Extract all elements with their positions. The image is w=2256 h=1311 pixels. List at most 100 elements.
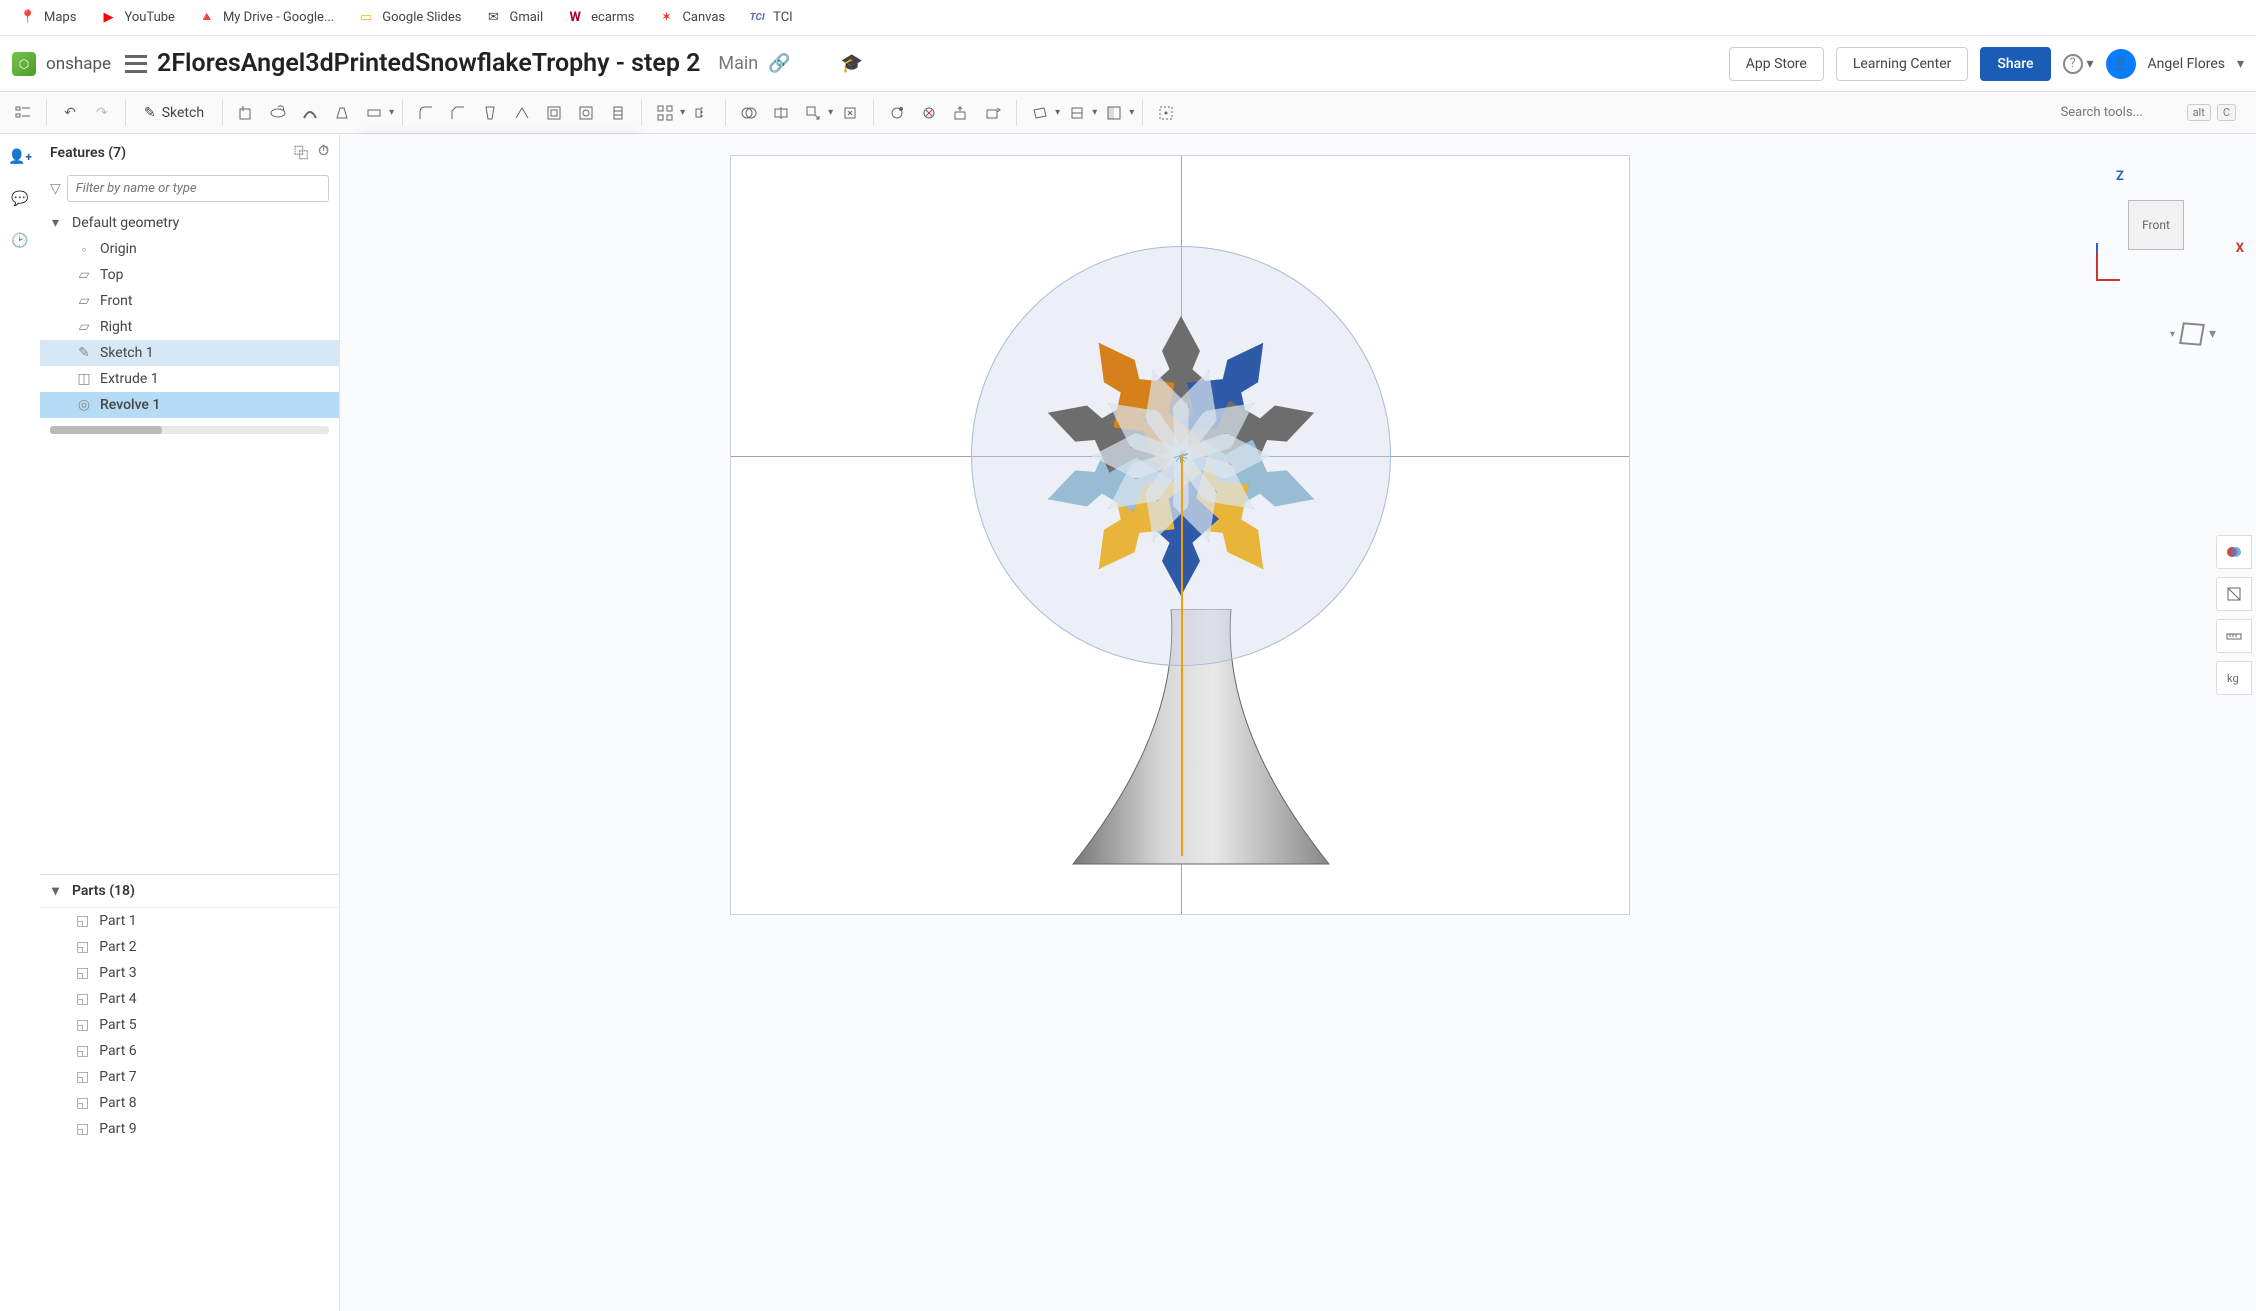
user-avatar-icon[interactable]: 👤 [2106,49,2136,79]
bookmark-gmail[interactable]: ✉Gmail [485,10,543,26]
delete-face-icon[interactable] [914,98,944,128]
linear-pattern-icon[interactable] [650,98,680,128]
bookmark-youtube[interactable]: ▶YouTube [100,10,175,26]
add-person-icon[interactable]: 👤+ [8,145,32,169]
shell-icon[interactable] [539,98,569,128]
configure-icon[interactable] [8,98,38,128]
dropdown-icon[interactable]: ▾ [389,107,394,118]
bookmark-maps[interactable]: 📍Maps [20,10,76,26]
mirror-icon[interactable] [687,98,717,128]
sweep-icon[interactable] [295,98,325,128]
features-panel: Features (7) ⿻ ⏱ ▽ ▾Default geometry ◦Or… [40,135,340,1311]
appstore-button[interactable]: App Store [1729,47,1824,81]
surface-icon[interactable] [1099,98,1129,128]
axis-x-label: X [2236,241,2244,256]
help-menu[interactable]: ?▾ [2063,54,2094,74]
dropdown-icon[interactable]: ▾ [680,107,685,118]
link-icon[interactable]: 🔗 [768,53,790,74]
origin-node[interactable]: ◦Origin [40,236,339,262]
appearance-icon[interactable] [2216,535,2252,569]
boolean-icon[interactable] [734,98,764,128]
isometric-menu[interactable]: ▾▾ [2170,323,2216,345]
split-icon[interactable] [766,98,796,128]
search-input[interactable] [2061,105,2181,120]
part-item[interactable]: ◱Part 8 [40,1090,339,1116]
menu-icon[interactable] [125,55,147,73]
learning-button[interactable]: Learning Center [1836,47,1969,81]
part-item[interactable]: ◱Part 3 [40,960,339,986]
view-cube[interactable]: Front X Z [2096,165,2216,285]
modify-fillet-icon[interactable] [882,98,912,128]
fillet-icon[interactable] [411,98,441,128]
viewcube-face[interactable]: Front [2128,200,2184,250]
features-title: Features (7) [50,145,126,161]
delete-part-icon[interactable] [835,98,865,128]
brand-text: onshape [46,54,111,74]
education-icon[interactable]: 🎓 [841,53,863,74]
replace-face-icon[interactable] [978,98,1008,128]
comments-icon[interactable]: 💬 [8,187,32,211]
chamfer-icon[interactable] [443,98,473,128]
history-icon[interactable]: 🕑 [8,229,32,253]
bookmark-tci[interactable]: TCITCI [749,10,793,26]
part-item[interactable]: ◱Part 2 [40,934,339,960]
loft-icon[interactable] [327,98,357,128]
revolve-icon[interactable] [263,98,293,128]
bookmark-canvas[interactable]: ✶Canvas [658,10,725,26]
move-face-icon[interactable] [946,98,976,128]
dropdown-icon[interactable]: ▾ [1092,107,1097,118]
revolve1-node[interactable]: ◎Revolve 1 [40,392,339,418]
draft-icon[interactable] [475,98,505,128]
right-plane-node[interactable]: ▱Right [40,314,339,340]
pattern-icon[interactable] [603,98,633,128]
parts-header[interactable]: ▾Parts (18) [40,875,339,908]
document-title[interactable]: 2FloresAngel3dPrintedSnowflakeTrophy - s… [157,49,700,78]
thicken-icon[interactable] [359,98,389,128]
feature-filter-input[interactable] [67,175,329,202]
measure-icon[interactable] [2216,619,2252,653]
tab-name[interactable]: Main [718,53,758,74]
sketch1-node[interactable]: ✎Sketch 1 [40,340,339,366]
default-geometry-node[interactable]: ▾Default geometry [40,210,339,236]
bookmark-ecarms[interactable]: Wecarms [567,10,634,26]
mass-props-icon[interactable]: kg [2216,661,2252,695]
section-icon[interactable] [2216,577,2252,611]
bookmark-drive[interactable]: 🔺My Drive - Google... [199,10,334,26]
bookmark-slides[interactable]: ▭Google Slides [358,10,461,26]
share-button[interactable]: Share [1980,47,2050,81]
toolbar: ↶ ↷ ✎Sketch ▾ ▾ ▾ ▾ ▾ ▾ alt C [0,92,2256,134]
extrude1-node[interactable]: ◫Extrude 1 [40,366,339,392]
sketch-button[interactable]: ✎Sketch [134,101,214,125]
filter-icon[interactable]: ▽ [50,181,61,197]
dropdown-icon[interactable]: ▾ [1129,107,1134,118]
curve-icon[interactable] [1062,98,1092,128]
add-folder-icon[interactable]: ⿻ [294,143,308,163]
redo-icon[interactable]: ↷ [87,98,117,128]
onshape-logo[interactable]: ⬡ [12,52,36,76]
model-canvas[interactable] [730,155,1630,915]
transform-icon[interactable] [798,98,828,128]
user-name[interactable]: Angel Flores [2148,56,2225,72]
bookmarks-bar: 📍Maps ▶YouTube 🔺My Drive - Google... ▭Go… [0,0,2256,36]
front-plane-node[interactable]: ▱Front [40,288,339,314]
part-item[interactable]: ◱Part 7 [40,1064,339,1090]
undo-icon[interactable]: ↶ [55,98,85,128]
rib-icon[interactable] [507,98,537,128]
dropdown-icon[interactable]: ▾ [1055,107,1060,118]
tool-search: alt C [2049,104,2248,121]
part-item[interactable]: ◱Part 1 [40,908,339,934]
plane-icon[interactable] [1025,98,1055,128]
part-item[interactable]: ◱Part 6 [40,1038,339,1064]
select-icon[interactable] [1151,98,1181,128]
part-item[interactable]: ◱Part 9 [40,1116,339,1142]
hole-icon[interactable] [571,98,601,128]
part-item[interactable]: ◱Part 5 [40,1012,339,1038]
stopwatch-icon[interactable]: ⏱ [318,143,329,163]
top-plane-node[interactable]: ▱Top [40,262,339,288]
dropdown-icon[interactable]: ▾ [828,107,833,118]
part-item[interactable]: ◱Part 4 [40,986,339,1012]
user-menu-chevron-icon[interactable]: ▾ [2237,56,2244,72]
viewport[interactable]: Front X Z ▾▾ kg [340,135,2256,1311]
feature-hscroll[interactable] [50,426,329,434]
extrude-icon[interactable] [231,98,261,128]
